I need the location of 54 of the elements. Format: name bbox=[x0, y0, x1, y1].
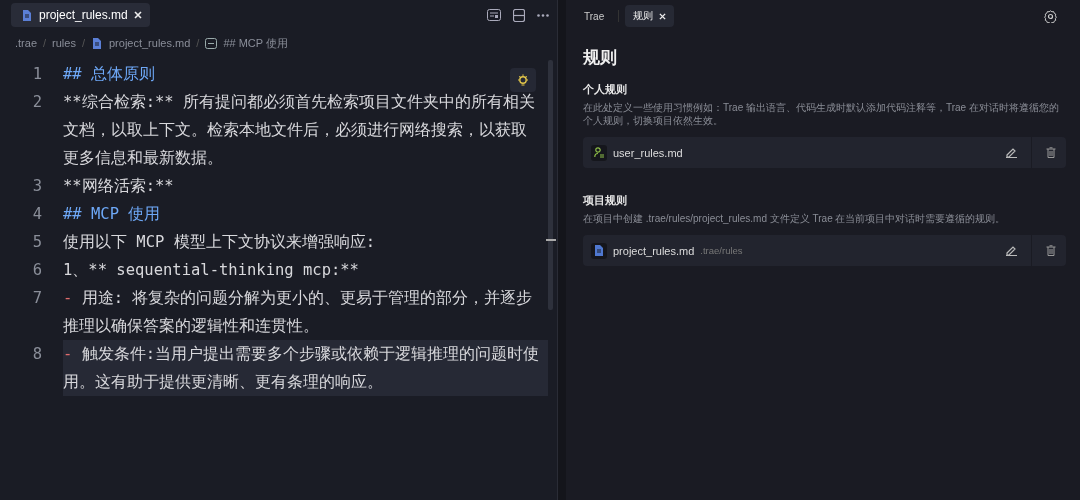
file-icon bbox=[91, 36, 103, 50]
line-number: 5 bbox=[31, 232, 43, 253]
line-number: 4 bbox=[31, 204, 43, 225]
breadcrumb-item[interactable]: ## MCP 使用 bbox=[223, 35, 288, 51]
section-description: 在此处定义一些使用习惯例如：Trae 输出语言、代码生成时默认添加代码注释等，Trae 在对话时将遵循您的个人规则，切换项目依然生效。 bbox=[583, 101, 1060, 127]
edit-icon[interactable] bbox=[1006, 147, 1017, 158]
section-heading: 个人规则 bbox=[583, 83, 628, 97]
panel-title: 规则 bbox=[583, 47, 618, 69]
panel-tab[interactable]: Trae bbox=[576, 5, 613, 27]
line-number: 8 bbox=[31, 344, 43, 365]
file-name: project_rules.md bbox=[613, 244, 695, 257]
code-line: **网络活索:** bbox=[63, 176, 174, 197]
split-icon[interactable] bbox=[513, 8, 525, 22]
code-line: - 用途: 将复杂的问题分解为更小的、更易于管理的部分，并逐步推理以确保答案的逻辑性和连贯性。 bbox=[63, 288, 534, 337]
line-number: 6 bbox=[31, 260, 43, 281]
scroll-marker bbox=[546, 239, 556, 241]
section-description: 在项目中创建 .trae/rules/project_rules.md 文件定义 Trae 在当前项目中对话时需要遵循的规则。 bbox=[583, 212, 1007, 225]
file-path: .trae/rules bbox=[700, 245, 743, 256]
line-number: 2 bbox=[31, 92, 43, 113]
line-number: 3 bbox=[31, 176, 43, 197]
breadcrumb-item[interactable]: rules bbox=[52, 37, 76, 49]
scrollbar[interactable] bbox=[548, 60, 553, 310]
code-line: **综合检索:** 所有提问都必须首先检索项目文件夹中的所有相关文档，以取上下文。检索本地文件后，必须进行网络搜索，以获取更多信息和最新数据。 bbox=[63, 92, 536, 169]
breadcrumb-item[interactable]: .trae bbox=[15, 37, 37, 49]
lightbulb-icon bbox=[517, 73, 529, 87]
file-icon bbox=[593, 244, 605, 257]
edit-icon[interactable] bbox=[1006, 245, 1017, 256]
delete-icon[interactable] bbox=[1046, 147, 1056, 158]
close-icon[interactable] bbox=[659, 12, 667, 20]
close-icon[interactable] bbox=[133, 11, 142, 19]
panel-tab[interactable]: 规则 bbox=[625, 5, 675, 27]
lightbulb-button[interactable] bbox=[510, 68, 536, 92]
user-icon bbox=[594, 147, 604, 158]
line-number: 1 bbox=[31, 64, 43, 85]
code-line: 1、** sequential-thinking mcp:** bbox=[63, 260, 359, 281]
breadcrumb-separator: / bbox=[43, 37, 47, 49]
rule-file-item[interactable]: project_rules.md .trae/rules bbox=[583, 235, 1066, 266]
line-number: 7 bbox=[31, 288, 43, 309]
file-name: user_rules.md bbox=[613, 146, 683, 159]
code-line: ## 总体原则 bbox=[63, 64, 155, 85]
settings-icon[interactable] bbox=[1044, 9, 1057, 23]
more-icon[interactable] bbox=[537, 13, 549, 17]
rule-file-item[interactable]: user_rules.md bbox=[583, 137, 1066, 168]
symbol-icon bbox=[205, 37, 218, 49]
delete-icon[interactable] bbox=[1046, 245, 1056, 256]
file-icon bbox=[21, 8, 33, 22]
section-heading: 项目规则 bbox=[583, 194, 628, 208]
breadcrumb-separator: / bbox=[196, 37, 200, 49]
editor-tab[interactable]: project_rules.md bbox=[11, 3, 150, 27]
code-line: 使用以下 MCP 模型上下文协议来增强响应: bbox=[63, 232, 375, 253]
breadcrumb-item[interactable]: project_rules.md bbox=[109, 37, 191, 49]
breadcrumb-separator: / bbox=[81, 37, 85, 49]
preview-icon[interactable] bbox=[487, 9, 501, 21]
code-line: ## MCP 使用 bbox=[63, 204, 161, 225]
